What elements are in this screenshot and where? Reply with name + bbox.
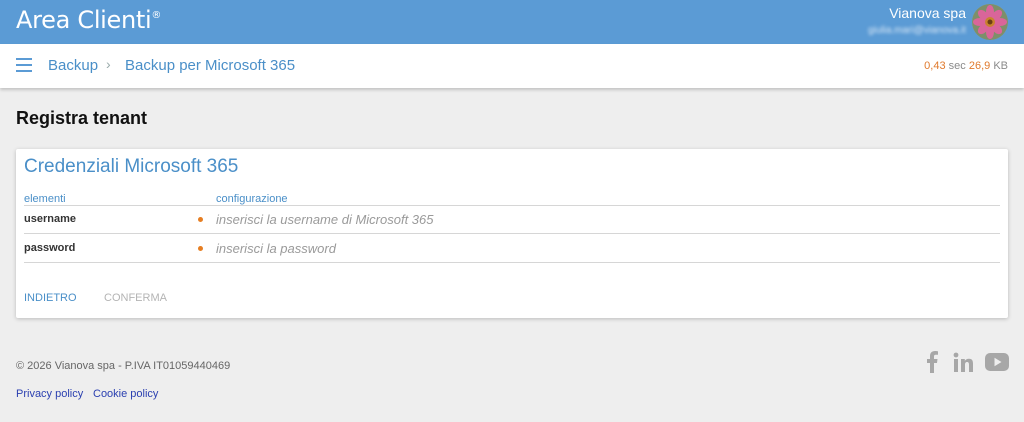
youtube-icon[interactable] xyxy=(985,350,1009,374)
page-size-unit: KB xyxy=(993,60,1008,72)
user-name[interactable]: Vianova spa xyxy=(889,5,966,21)
facebook-icon[interactable] xyxy=(924,350,940,374)
user-email: giulia.mari@vianova.it xyxy=(868,25,966,36)
avatar-flower-image xyxy=(972,4,1008,40)
hamburger-menu-icon[interactable] xyxy=(16,58,32,72)
column-header-elements: elementi xyxy=(24,193,66,205)
divider xyxy=(24,205,1000,206)
divider xyxy=(24,262,1000,263)
brand-title: Area Clienti xyxy=(16,6,152,34)
brand-registered-mark: ® xyxy=(151,10,162,21)
chevron-right-icon: › xyxy=(106,56,111,72)
password-input[interactable] xyxy=(216,237,996,259)
breadcrumb-item-current[interactable]: Backup per Microsoft 365 xyxy=(125,57,295,74)
required-indicator-icon xyxy=(198,246,203,251)
password-label: password xyxy=(24,242,76,254)
credentials-card: Credenziali Microsoft 365 elementi confi… xyxy=(16,149,1008,318)
username-input[interactable] xyxy=(216,208,996,230)
username-label: username xyxy=(24,213,76,225)
divider xyxy=(24,233,1000,234)
confirm-button[interactable]: CONFERMA xyxy=(104,292,167,304)
column-header-configuration: configurazione xyxy=(216,193,288,205)
load-time-value: 0,43 xyxy=(924,60,946,72)
back-button[interactable]: INDIETRO xyxy=(24,292,77,304)
privacy-policy-link[interactable]: Privacy policy xyxy=(16,388,83,400)
copyright-text: © 2026 Vianova spa - P.IVA IT01059440469 xyxy=(16,360,231,372)
page-title: Registra tenant xyxy=(16,108,148,128)
page-load-stats: 0,43 sec 26,9 KB xyxy=(924,60,1008,72)
card-title: Credenziali Microsoft 365 xyxy=(24,156,239,177)
page-size-value: 26,9 xyxy=(968,60,991,72)
top-header: Area Clienti® Vianova spa giulia.mari@vi… xyxy=(0,0,1024,44)
avatar[interactable] xyxy=(972,4,1008,40)
breadcrumb-bar: Backup › Backup per Microsoft 365 0,43 s… xyxy=(0,44,1024,88)
load-time-unit: sec xyxy=(948,60,966,72)
required-indicator-icon xyxy=(198,217,203,222)
cookie-policy-link[interactable]: Cookie policy xyxy=(93,388,158,400)
linkedin-icon[interactable] xyxy=(951,350,975,374)
breadcrumb-item-backup[interactable]: Backup xyxy=(48,57,98,74)
app-brand[interactable]: Area Clienti® xyxy=(16,6,161,34)
